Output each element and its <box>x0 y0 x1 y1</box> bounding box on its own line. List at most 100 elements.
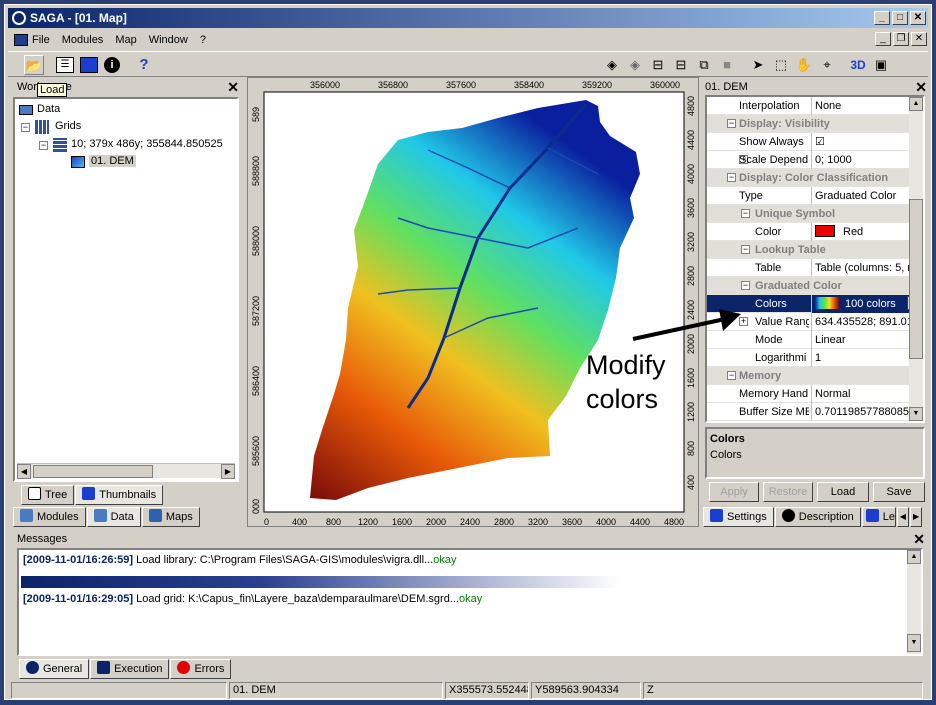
property-row[interactable]: Colors 100 colors… <box>707 295 923 313</box>
property-group[interactable]: − Lookup Table <box>707 241 923 259</box>
zoom-layer-icon[interactable]: ◈ <box>625 55 645 75</box>
tab-execution[interactable]: Execution <box>90 659 170 679</box>
properties-icon[interactable]: ☰ <box>56 57 74 73</box>
scale-icon[interactable]: ■ <box>717 55 737 75</box>
property-value[interactable]: Graduated Color <box>811 187 923 205</box>
tab-errors[interactable]: Errors <box>170 659 232 679</box>
tab-scroll-left[interactable]: ◀ <box>896 507 909 527</box>
property-value[interactable]: 0.701198577880859 <box>811 403 923 421</box>
restore-button[interactable]: Restore <box>763 482 813 502</box>
mdi-close-button[interactable]: ✕ <box>911 32 927 46</box>
collapse-icon[interactable]: − <box>727 173 736 182</box>
select-cursor-icon[interactable]: ➤ <box>748 55 768 75</box>
tree-dem[interactable]: 01. DEM <box>89 155 136 167</box>
collapse-icon[interactable]: − <box>741 281 750 290</box>
collapse-icon[interactable]: − <box>741 209 750 218</box>
tree-grid-system[interactable]: 10; 379x 486y; 355844.850525 <box>71 138 239 150</box>
map-view[interactable]: 356000 356800 357600 358400 359200 36000… <box>247 77 699 527</box>
property-row[interactable]: Mode Linear <box>707 331 923 349</box>
property-row[interactable]: Type Graduated Color <box>707 187 923 205</box>
properties-close-icon[interactable]: ✕ <box>915 80 927 94</box>
collapse-icon[interactable]: − <box>21 123 30 132</box>
property-row[interactable]: + Value Rang 634.435528; 891.01 <box>707 313 923 331</box>
tab-modules[interactable]: Modules <box>13 507 86 527</box>
open-folder-icon[interactable]: 📂 <box>24 55 44 75</box>
collapse-icon[interactable]: − <box>727 371 736 380</box>
property-group[interactable]: − Display: Color Classification <box>707 169 923 187</box>
property-value[interactable]: None <box>811 97 923 115</box>
property-row[interactable]: Table Table (columns: 5, r <box>707 259 923 277</box>
collapse-icon[interactable]: − <box>727 119 736 128</box>
zoom-forward-icon[interactable]: ⊟ <box>671 55 691 75</box>
help-icon[interactable]: ? <box>134 55 154 75</box>
property-value[interactable]: Red <box>811 223 923 241</box>
property-value[interactable]: 1 <box>811 349 923 367</box>
property-row[interactable]: + Scale Depend 0; 1000 <box>707 151 923 169</box>
minimize-button[interactable]: _ <box>874 11 890 25</box>
pan-hand-icon[interactable]: ✋ <box>794 55 814 75</box>
mdi-restore-button[interactable]: ❐ <box>893 32 909 46</box>
apply-button[interactable]: Apply <box>709 482 759 502</box>
property-value[interactable]: Table (columns: 5, r <box>811 259 923 277</box>
property-group[interactable]: − Graduated Color <box>707 277 923 295</box>
property-group[interactable]: − Unique Symbol <box>707 205 923 223</box>
tab-data[interactable]: Data <box>86 507 141 527</box>
tab-legend[interactable]: Le <box>861 507 896 527</box>
vertical-scrollbar[interactable]: ▲ ▼ <box>909 97 923 421</box>
y-tick-left: 588000 <box>251 226 261 256</box>
property-value[interactable]: 100 colors… <box>811 295 923 313</box>
menu-help[interactable]: ? <box>200 34 206 46</box>
view-3d-icon[interactable]: 3D <box>848 55 868 75</box>
property-row[interactable]: Memory Hand Normal <box>707 385 923 403</box>
mdi-minimize-button[interactable]: _ <box>875 32 891 46</box>
property-row[interactable]: Color Red <box>707 223 923 241</box>
zoom-icon[interactable]: ⬚ <box>771 55 791 75</box>
save-button[interactable]: Save <box>873 482 925 502</box>
menu-modules[interactable]: Modules <box>62 34 104 46</box>
zoom-full-icon[interactable]: ◈ <box>602 55 622 75</box>
menu-window[interactable]: Window <box>149 34 188 46</box>
tooltip-text: Load <box>40 84 65 96</box>
property-row[interactable]: Show Always ☑ <box>707 133 923 151</box>
expand-icon[interactable]: + <box>739 317 748 326</box>
tab-thumbnails[interactable]: Thumbnails <box>75 485 164 505</box>
map-view-icon[interactable] <box>80 57 98 73</box>
tree-grids[interactable]: Grids <box>55 120 81 132</box>
map-canvas[interactable]: 356000 356800 357600 358400 359200 36000… <box>248 78 700 528</box>
close-button[interactable]: ✕ <box>910 11 926 25</box>
property-row[interactable]: Logarithmi 1 <box>707 349 923 367</box>
collapse-icon[interactable]: − <box>741 245 750 254</box>
tab-settings[interactable]: Settings <box>703 507 774 527</box>
horizontal-scrollbar[interactable]: ◀ ▶ <box>17 463 235 479</box>
layout-icon[interactable]: ▣ <box>871 55 891 75</box>
tab-tree[interactable]: Tree <box>21 485 75 505</box>
load-button[interactable]: Load <box>817 482 869 502</box>
property-value[interactable]: Linear <box>811 331 923 349</box>
measure-icon[interactable]: ⌖ <box>817 55 837 75</box>
property-row[interactable]: Buffer Size ME 0.701198577880859 <box>707 403 923 421</box>
message-scrollbar[interactable]: ▲ ▼ <box>907 550 921 654</box>
property-group[interactable]: − Display: Visibility <box>707 115 923 133</box>
messages-close-icon[interactable]: ✕ <box>913 532 925 546</box>
property-value[interactable]: ☑ <box>811 133 923 151</box>
y-tick-left: 000 <box>251 499 261 514</box>
menu-file[interactable]: File <box>32 34 50 46</box>
property-value[interactable]: 634.435528; 891.01 <box>811 313 923 331</box>
workspace-close-icon[interactable]: ✕ <box>227 80 239 94</box>
synchronize-icon[interactable]: ⧉ <box>694 55 714 75</box>
tab-maps[interactable]: Maps <box>141 507 200 527</box>
zoom-back-icon[interactable]: ⊟ <box>648 55 668 75</box>
tab-scroll-right[interactable]: ▶ <box>909 507 923 527</box>
collapse-icon[interactable]: − <box>39 141 48 150</box>
property-value[interactable]: 0; 1000 <box>811 151 923 169</box>
property-group[interactable]: − Memory <box>707 367 923 385</box>
info-icon[interactable]: i <box>104 57 120 73</box>
tab-general[interactable]: General <box>19 659 90 679</box>
tab-description[interactable]: Description <box>774 507 861 527</box>
maximize-button[interactable]: □ <box>892 11 908 25</box>
property-row[interactable]: Interpolation None <box>707 97 923 115</box>
menu-map[interactable]: Map <box>115 34 136 46</box>
property-value[interactable]: Normal <box>811 385 923 403</box>
messages-panel: Messages ✕ [2009-11-01/16:26:59] Load li… <box>11 529 927 679</box>
tree-data[interactable]: Data <box>37 103 60 115</box>
